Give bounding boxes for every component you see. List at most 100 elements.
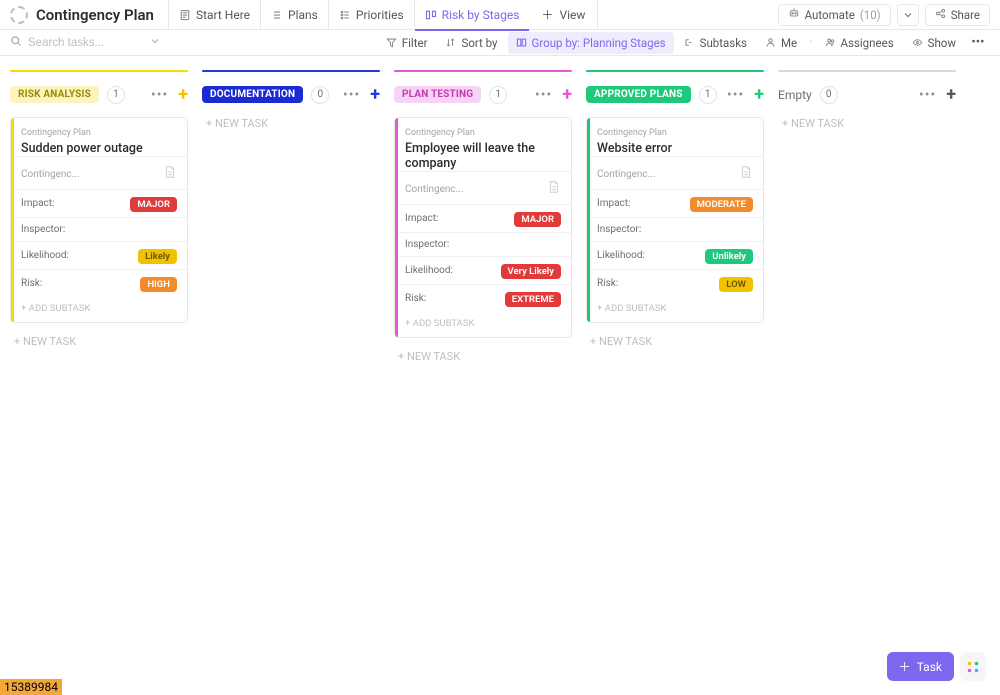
impact-value[interactable]: MAJOR	[130, 196, 177, 211]
likelihood-pill: Likely	[138, 249, 177, 264]
automate-caret[interactable]	[897, 4, 919, 26]
risk-value[interactable]: HIGH	[140, 276, 177, 291]
card-title: Website error	[597, 141, 753, 156]
likelihood-pill: Unlikely	[705, 249, 753, 264]
tab-priorities[interactable]: Priorities	[328, 0, 414, 30]
group-by-button[interactable]: Group by: Planning Stages	[508, 32, 674, 54]
impact-row: Impact: MAJOR	[11, 189, 187, 217]
create-task-button[interactable]: ＋ Task	[887, 652, 954, 681]
document-icon[interactable]	[739, 165, 753, 183]
tab-plans[interactable]: Plans	[260, 0, 328, 30]
stage-pill[interactable]: DOCUMENTATION	[202, 86, 303, 103]
filter-label: Filter	[402, 36, 428, 50]
inspector-label: Inspector:	[597, 224, 641, 235]
add-subtask-button[interactable]: + ADD SUBTASK	[395, 312, 571, 337]
share-button[interactable]: Share	[925, 4, 990, 26]
column-add-button[interactable]: +	[946, 84, 956, 105]
views-tabs: Start Here Plans Priorities Risk by Stag…	[168, 0, 598, 30]
likelihood-pill: Very Likely	[501, 264, 561, 279]
column-more-button[interactable]: •••	[727, 87, 744, 103]
search-input[interactable]	[28, 37, 138, 49]
column-more-button[interactable]: •••	[151, 87, 168, 103]
task-card[interactable]: Contingency PlanSudden power outageConti…	[10, 117, 188, 323]
likelihood-value[interactable]: Likely	[138, 248, 177, 263]
tab-label: Priorities	[356, 8, 404, 22]
new-task-button[interactable]: + NEW TASK	[10, 333, 188, 350]
apps-icon	[966, 660, 980, 674]
column-accent	[586, 70, 764, 72]
add-subtask-button[interactable]: + ADD SUBTASK	[587, 297, 763, 322]
assignees-button[interactable]: Assignees	[817, 32, 902, 54]
risk-row: Risk:HIGH	[11, 269, 187, 297]
add-subtask-button[interactable]: + ADD SUBTASK	[11, 297, 187, 322]
stage-pill[interactable]: APPROVED PLANS	[586, 86, 691, 103]
risk-value[interactable]: EXTREME	[505, 291, 561, 306]
column-accent	[10, 70, 188, 72]
new-task-button[interactable]: + NEW TASK	[202, 115, 380, 132]
impact-label: Impact:	[21, 198, 54, 209]
new-task-button[interactable]: + NEW TASK	[778, 115, 956, 132]
column-empty: Empty0•••++ NEW TASK	[778, 70, 956, 132]
task-card[interactable]: Contingency PlanEmployee will leave the …	[394, 117, 572, 338]
location-icon	[10, 6, 28, 24]
impact-value[interactable]: MAJOR	[514, 211, 561, 226]
subtasks-button[interactable]: Subtasks	[676, 32, 755, 54]
column-plan_testing: PLAN TESTING 1 ••• + Contingency PlanEmploye…	[394, 70, 572, 365]
top-bar: Contingency Plan Start Here Plans Priori…	[0, 0, 1000, 30]
me-button[interactable]: Me	[757, 32, 805, 54]
risk-value[interactable]: LOW	[719, 276, 753, 291]
task-count: 1	[489, 86, 507, 104]
new-task-button[interactable]: + NEW TASK	[394, 348, 572, 365]
tab-risk-by-stages[interactable]: Risk by Stages	[414, 0, 530, 30]
automate-button[interactable]: Automate (10)	[778, 4, 891, 26]
column-more-button[interactable]: •••	[535, 87, 552, 103]
document-icon[interactable]	[163, 165, 177, 183]
task-card[interactable]: Contingency PlanWebsite errorContingenc.…	[586, 117, 764, 323]
plus-icon: ＋	[541, 6, 553, 23]
likelihood-label: Likelihood:	[21, 250, 69, 261]
likelihood-value[interactable]: Unlikely	[705, 248, 753, 263]
card-accent	[395, 118, 398, 337]
sort-button[interactable]: Sort by	[437, 32, 505, 54]
tab-start-here[interactable]: Start Here	[168, 0, 260, 30]
column-add-button[interactable]: +	[178, 84, 188, 105]
impact-label: Impact:	[405, 213, 438, 224]
column-add-button[interactable]: +	[370, 84, 380, 105]
task-apps-button[interactable]	[960, 652, 986, 681]
new-task-button[interactable]: + NEW TASK	[586, 333, 764, 350]
column-header: PLAN TESTING 1 ••• +	[394, 84, 572, 105]
impact-row: Impact:MODERATE	[587, 189, 763, 217]
tab-label: Risk by Stages	[442, 8, 520, 22]
show-button[interactable]: Show	[904, 32, 964, 54]
likelihood-value[interactable]: Very Likely	[501, 263, 561, 278]
tab-label: Plans	[288, 8, 318, 22]
inspector-row: Inspector:	[11, 217, 187, 241]
stage-pill[interactable]: PLAN TESTING	[394, 86, 481, 103]
impact-row: Impact: MAJOR	[395, 204, 571, 232]
page-title: Contingency Plan	[36, 6, 154, 24]
column-more-button[interactable]: •••	[919, 87, 936, 103]
column-risk_analysis: RISK ANALYSIS1•••+Contingency PlanSudden…	[10, 70, 188, 350]
stage-pill[interactable]: RISK ANALYSIS	[10, 86, 99, 103]
column-accent	[202, 70, 380, 72]
filter-button[interactable]: Filter	[378, 32, 436, 54]
document-icon[interactable]	[547, 180, 561, 198]
create-task-label: Task	[917, 660, 942, 674]
impact-value[interactable]: MODERATE	[690, 196, 753, 211]
column-add-button[interactable]: +	[754, 84, 764, 105]
contingency-label: Contingenc...	[405, 184, 464, 195]
sort-label: Sort by	[461, 36, 497, 50]
add-view-button[interactable]: ＋ View	[529, 0, 598, 30]
column-header: Empty0•••+	[778, 84, 956, 105]
column-more-button[interactable]: •••	[343, 87, 360, 103]
more-button[interactable]: •••	[966, 35, 990, 50]
separator-dot: ·	[807, 35, 814, 50]
column-add-button[interactable]: +	[562, 84, 572, 105]
bottom-badge: 15389984	[0, 679, 62, 695]
column-approved: APPROVED PLANS1•••+Contingency PlanWebsi…	[586, 70, 764, 350]
inspector-label: Inspector:	[405, 239, 449, 250]
subtasks-label: Subtasks	[700, 36, 747, 50]
column-actions: ••• +	[343, 84, 380, 105]
risk-pill: LOW	[719, 277, 753, 292]
search-caret[interactable]	[150, 35, 160, 50]
